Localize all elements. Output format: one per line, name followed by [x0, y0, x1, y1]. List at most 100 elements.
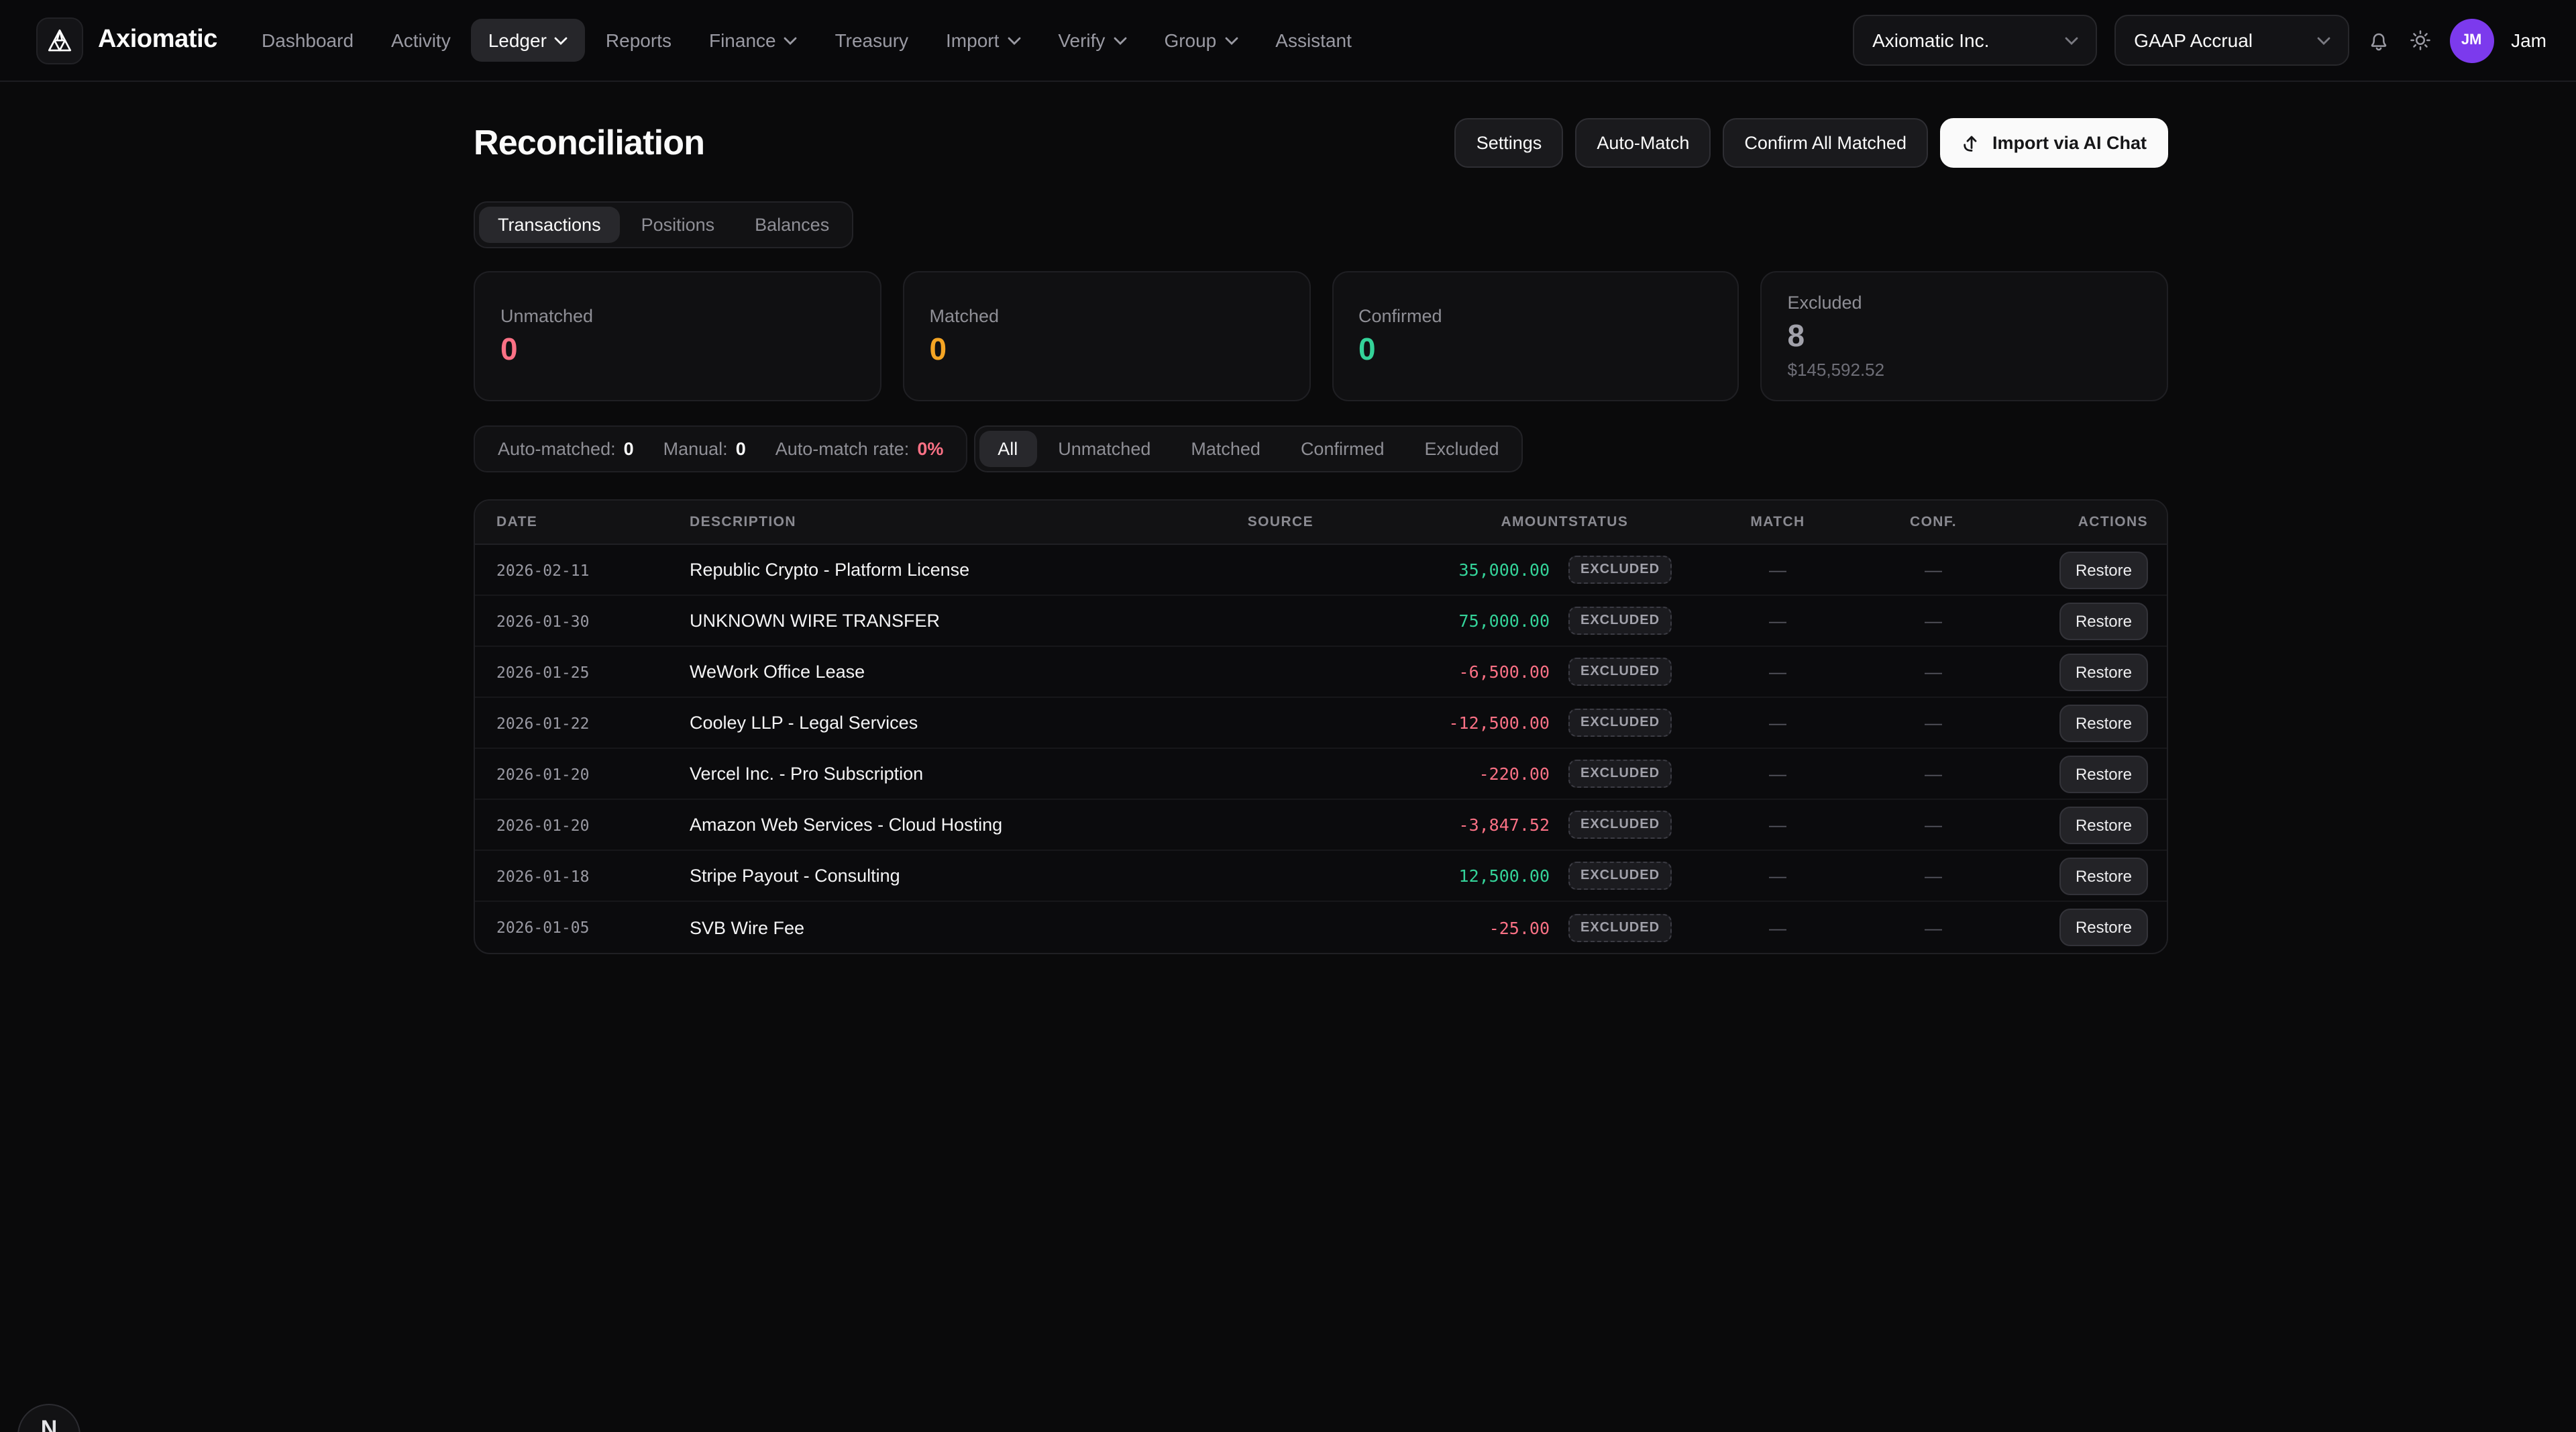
table-body: 2026-02-11Republic Crypto - Platform Lic…: [475, 545, 2167, 953]
cell-date: 2026-02-11: [496, 560, 690, 579]
nav-item-activity[interactable]: Activity: [374, 19, 468, 62]
table-row: 2026-01-25WeWork Office Lease-6,500.00EX…: [475, 647, 2167, 698]
cell-match: —: [1703, 815, 1853, 835]
cell-confidence: —: [1853, 815, 2014, 835]
status-filter-tabs: AllUnmatchedMatchedConfirmedExcluded: [973, 425, 1523, 472]
restore-button[interactable]: Restore: [2059, 755, 2148, 792]
status-badge: EXCLUDED: [1568, 607, 1672, 635]
table-row: 2026-02-11Republic Crypto - Platform Lic…: [475, 545, 2167, 596]
table-row: 2026-01-30UNKNOWN WIRE TRANSFER75,000.00…: [475, 596, 2167, 647]
nav-item-assistant[interactable]: Assistant: [1258, 19, 1369, 62]
cell-status: EXCLUDED: [1568, 709, 1703, 737]
cell-status: EXCLUDED: [1568, 760, 1703, 788]
reconciliation-page: Reconciliation SettingsAuto-MatchConfirm…: [474, 118, 2168, 954]
restore-button[interactable]: Restore: [2059, 653, 2148, 691]
status-badge: EXCLUDED: [1568, 913, 1672, 941]
cell-amount: 12,500.00: [1313, 866, 1568, 886]
cell-amount: -3,847.52: [1313, 815, 1568, 835]
filter-excluded[interactable]: Excluded: [1406, 431, 1518, 467]
cell-actions: Restore: [2014, 551, 2148, 589]
bell-icon: [2366, 28, 2390, 52]
cell-date: 2026-01-18: [496, 866, 690, 885]
status-badge: EXCLUDED: [1568, 862, 1672, 890]
filter-matched[interactable]: Matched: [1172, 431, 1279, 467]
cell-description: Vercel Inc. - Pro Subscription: [690, 764, 1139, 784]
nav-right: Axiomatic Inc. GAAP Accrual JM Ja: [1852, 15, 2546, 66]
nav-item-verify[interactable]: Verify: [1040, 19, 1144, 62]
status-badge: EXCLUDED: [1568, 556, 1672, 584]
cell-actions: Restore: [2014, 857, 2148, 894]
cell-description: Republic Crypto - Platform License: [690, 560, 1139, 580]
column-header-actions: Actions: [2014, 514, 2148, 530]
nav-item-import[interactable]: Import: [928, 19, 1038, 62]
cell-date: 2026-01-30: [496, 611, 690, 630]
primary-nav: DashboardActivity Ledger ReportsFinance Tre…: [244, 19, 1369, 62]
match-stat-label: Auto-matched:: [498, 439, 616, 459]
stat-card-value: 8: [1788, 319, 2142, 354]
status-badge: EXCLUDED: [1568, 709, 1672, 737]
chevron-down-icon: [784, 36, 798, 45]
button-label: Import via AI Chat: [1992, 133, 2147, 153]
entity-select[interactable]: Axiomatic Inc.: [1852, 15, 2096, 66]
tab-transactions[interactable]: Transactions: [479, 207, 620, 243]
cell-actions: Restore: [2014, 653, 2148, 691]
theme-toggle-button[interactable]: [2408, 28, 2432, 52]
cell-status: EXCLUDED: [1568, 913, 1703, 941]
user-name: Jam: [2511, 30, 2546, 51]
cell-actions: Restore: [2014, 909, 2148, 946]
entity-select-value: Axiomatic Inc.: [1872, 30, 1989, 51]
nav-item-dashboard[interactable]: Dashboard: [244, 19, 371, 62]
stat-card-subvalue: $145,592.52: [1788, 360, 2142, 380]
restore-button[interactable]: Restore: [2059, 602, 2148, 640]
avatar[interactable]: JM: [2449, 18, 2493, 62]
nav-item-reports[interactable]: Reports: [588, 19, 689, 62]
cell-confidence: —: [1853, 866, 2014, 886]
chevron-down-icon: [1113, 36, 1126, 45]
settings-button[interactable]: Settings: [1455, 118, 1564, 168]
cell-description: UNKNOWN WIRE TRANSFER: [690, 611, 1139, 631]
cell-amount: -25.00: [1313, 917, 1568, 937]
column-header-date: Date: [496, 514, 690, 530]
filter-unmatched[interactable]: Unmatched: [1039, 431, 1169, 467]
accounting-basis-select[interactable]: GAAP Accrual: [2114, 15, 2349, 66]
filter-confirmed[interactable]: Confirmed: [1282, 431, 1403, 467]
dev-tools-button[interactable]: N: [17, 1404, 80, 1432]
status-badge: EXCLUDED: [1568, 811, 1672, 839]
column-header-description: Description: [690, 514, 1139, 530]
notifications-button[interactable]: [2366, 28, 2390, 52]
restore-button[interactable]: Restore: [2059, 551, 2148, 589]
tab-positions[interactable]: Positions: [623, 207, 734, 243]
nav-item-label: Treasury: [835, 30, 908, 51]
import-via-ai-chat-button[interactable]: Import via AI Chat: [1940, 118, 2168, 168]
cell-status: EXCLUDED: [1568, 556, 1703, 584]
view-tabs: TransactionsPositionsBalances: [474, 201, 853, 248]
cell-match: —: [1703, 713, 1853, 733]
cell-description: Amazon Web Services - Cloud Hosting: [690, 815, 1139, 835]
table-header-row: DateDescriptionSourceAmountStatusMatchCo…: [475, 501, 2167, 545]
nav-item-ledger[interactable]: Ledger: [471, 19, 586, 62]
confirm-all-matched-button[interactable]: Confirm All Matched: [1723, 118, 1928, 168]
nav-item-finance[interactable]: Finance: [692, 19, 815, 62]
tab-balances[interactable]: Balances: [736, 207, 848, 243]
nav-left: Axiomatic DashboardActivityLedgerReports…: [36, 17, 1369, 64]
restore-button[interactable]: Restore: [2059, 909, 2148, 946]
cell-match: —: [1703, 611, 1853, 631]
filter-all[interactable]: All: [979, 431, 1036, 467]
nav-item-treasury[interactable]: Treasury: [818, 19, 926, 62]
nav-item-group[interactable]: Group: [1146, 19, 1255, 62]
match-stat-value: 0: [624, 439, 634, 459]
cell-description: SVB Wire Fee: [690, 917, 1139, 937]
cell-status: EXCLUDED: [1568, 811, 1703, 839]
cell-date: 2026-01-20: [496, 764, 690, 783]
restore-button[interactable]: Restore: [2059, 704, 2148, 741]
chevron-down-icon: [555, 36, 568, 45]
restore-button[interactable]: Restore: [2059, 806, 2148, 843]
restore-button[interactable]: Restore: [2059, 857, 2148, 894]
stat-cards: Unmatched0Matched0Confirmed0Excluded8$14…: [474, 271, 2168, 401]
cell-match: —: [1703, 917, 1853, 937]
column-header-match: Match: [1703, 514, 1853, 530]
brand-logo[interactable]: [36, 17, 83, 64]
auto-match-button[interactable]: Auto-Match: [1575, 118, 1711, 168]
top-nav: Axiomatic DashboardActivityLedgerReports…: [0, 0, 2576, 82]
nav-item-label: Ledger: [488, 30, 547, 51]
